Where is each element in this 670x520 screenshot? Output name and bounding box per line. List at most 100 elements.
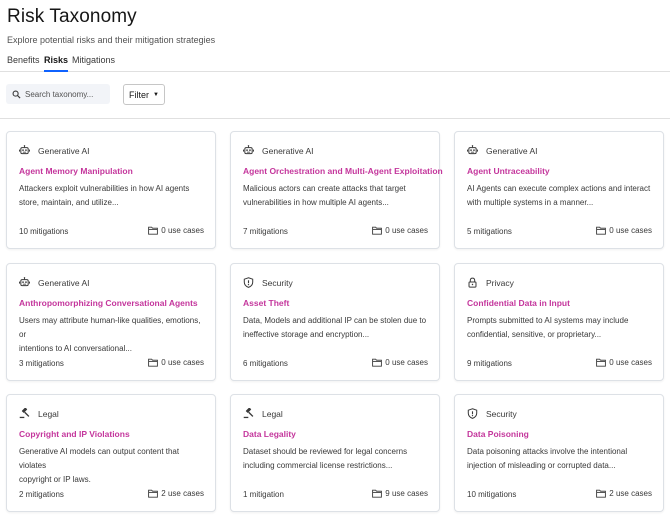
risk-description: Data poisoning attacks involve the inten… xyxy=(467,445,655,473)
folder-icon xyxy=(148,489,158,498)
description-line: Generative AI models can output content … xyxy=(19,447,180,470)
risk-card[interactable]: Security Data Poisoning Data poisoning a… xyxy=(454,394,664,512)
use-case-count: 0 use cases xyxy=(148,226,204,235)
use-case-count: 2 use cases xyxy=(148,489,204,498)
caret-down-icon: ▼ xyxy=(153,91,159,98)
mitigation-count: 6 mitigations xyxy=(243,359,288,368)
folder-icon xyxy=(596,489,606,498)
risk-description: Dataset should be reviewed for legal con… xyxy=(243,445,431,473)
risk-card[interactable]: Legal Data Legality Dataset should be re… xyxy=(230,394,440,512)
category-label: Legal xyxy=(38,408,59,419)
folder-icon xyxy=(596,226,606,235)
search-icon xyxy=(12,90,21,99)
category-label: Generative AI xyxy=(38,277,90,288)
robot-icon xyxy=(467,145,478,156)
risk-card[interactable]: Security Asset Theft Data, Models and ad… xyxy=(230,263,440,381)
search-input[interactable] xyxy=(25,89,109,99)
mitigation-count: 1 mitigation xyxy=(243,490,284,499)
mitigation-count: 2 mitigations xyxy=(19,490,64,499)
shield-icon xyxy=(467,408,478,419)
folder-icon xyxy=(372,358,382,367)
gavel-icon xyxy=(243,408,254,419)
card-category: Generative AI xyxy=(243,145,314,156)
card-category: Security xyxy=(243,277,293,288)
description-line: including commercial license restriction… xyxy=(243,461,393,470)
description-line: with multiple systems in a manner... xyxy=(467,198,594,207)
category-label: Privacy xyxy=(486,277,514,288)
description-line: copyright or IP laws. xyxy=(19,475,91,484)
risk-description: Data, Models and additional IP can be st… xyxy=(243,314,431,342)
description-line: Attackers exploit vulnerabilities in how… xyxy=(19,184,190,193)
use-case-label: 0 use cases xyxy=(161,358,204,367)
use-case-label: 0 use cases xyxy=(385,226,428,235)
description-line: Prompts submitted to AI systems may incl… xyxy=(467,316,629,325)
mitigation-count: 3 mitigations xyxy=(19,359,64,368)
folder-icon xyxy=(148,358,158,367)
description-line: Dataset should be reviewed for legal con… xyxy=(243,447,408,456)
category-label: Security xyxy=(262,277,293,288)
use-case-label: 2 use cases xyxy=(161,489,204,498)
use-case-count: 0 use cases xyxy=(372,358,428,367)
search-box[interactable] xyxy=(6,84,110,104)
risk-description: Malicious actors can create attacks that… xyxy=(243,182,431,210)
use-case-count: 0 use cases xyxy=(148,358,204,367)
tab-benefits[interactable]: Benefits xyxy=(7,55,40,72)
folder-icon xyxy=(148,226,158,235)
risk-card[interactable]: Generative AI Agent Untraceability AI Ag… xyxy=(454,131,664,249)
gavel-icon xyxy=(19,408,30,419)
mitigation-count: 10 mitigations xyxy=(19,227,69,236)
robot-icon xyxy=(19,277,30,288)
use-case-label: 0 use cases xyxy=(161,226,204,235)
risk-title[interactable]: Agent Untraceability xyxy=(467,166,550,176)
page-title: Risk Taxonomy xyxy=(7,6,137,27)
risk-description: AI Agents can execute complex actions an… xyxy=(467,182,655,210)
risk-card[interactable]: Legal Copyright and IP Violations Genera… xyxy=(6,394,216,512)
risk-title[interactable]: Confidential Data in Input xyxy=(467,298,570,308)
divider xyxy=(0,118,670,119)
card-category: Privacy xyxy=(467,277,514,288)
risk-title[interactable]: Agent Orchestration and Multi-Agent Expl… xyxy=(243,166,443,176)
filter-button[interactable]: Filter ▼ xyxy=(123,84,165,105)
page-header: Risk Taxonomy Explore potential risks an… xyxy=(7,6,215,45)
folder-icon xyxy=(372,489,382,498)
use-case-count: 9 use cases xyxy=(372,489,428,498)
use-case-label: 0 use cases xyxy=(609,226,652,235)
use-case-count: 2 use cases xyxy=(596,489,652,498)
use-case-label: 0 use cases xyxy=(385,358,428,367)
folder-icon xyxy=(596,358,606,367)
description-line: Malicious actors can create attacks that… xyxy=(243,184,406,193)
risk-title[interactable]: Anthropomorphizing Conversational Agents xyxy=(19,298,198,308)
description-line: store, maintain, and utilize... xyxy=(19,198,119,207)
card-category: Security xyxy=(467,408,517,419)
mitigation-count: 7 mitigations xyxy=(243,227,288,236)
risk-title[interactable]: Agent Memory Manipulation xyxy=(19,166,133,176)
risk-title[interactable]: Copyright and IP Violations xyxy=(19,429,130,439)
risk-card[interactable]: Generative AI Agent Orchestration and Mu… xyxy=(230,131,443,249)
description-line: confidential, sensitive, or proprietary.… xyxy=(467,330,602,339)
risk-card[interactable]: Privacy Confidential Data in Input Promp… xyxy=(454,263,664,381)
use-case-label: 9 use cases xyxy=(385,489,428,498)
risk-description: Prompts submitted to AI systems may incl… xyxy=(467,314,655,342)
risk-title[interactable]: Data Legality xyxy=(243,429,296,439)
tab-risks[interactable]: Risks xyxy=(44,55,69,72)
description-line: AI Agents can execute complex actions an… xyxy=(467,184,651,193)
tab-mitigations[interactable]: Mitigations xyxy=(72,55,115,72)
card-category: Legal xyxy=(19,408,59,419)
risk-title[interactable]: Data Poisoning xyxy=(467,429,529,439)
description-line: Data, Models and additional IP can be st… xyxy=(243,316,427,325)
use-case-count: 0 use cases xyxy=(372,226,428,235)
tab-bar: Benefits Risks Mitigations xyxy=(0,52,670,72)
risk-description: Users may attribute human-like qualities… xyxy=(19,314,207,356)
category-label: Generative AI xyxy=(262,145,314,156)
card-category: Generative AI xyxy=(19,145,90,156)
risk-title[interactable]: Asset Theft xyxy=(243,298,289,308)
category-label: Legal xyxy=(262,408,283,419)
card-category: Generative AI xyxy=(467,145,538,156)
card-category: Generative AI xyxy=(19,277,90,288)
description-line: ineffective storage and encryption... xyxy=(243,330,370,339)
risk-card[interactable]: Generative AI Agent Memory Manipulation … xyxy=(6,131,216,249)
description-line: Users may attribute human-like qualities… xyxy=(19,316,201,339)
mitigation-count: 10 mitigations xyxy=(467,490,517,499)
mitigation-count: 5 mitigations xyxy=(467,227,512,236)
risk-card[interactable]: Generative AI Anthropomorphizing Convers… xyxy=(6,263,216,381)
